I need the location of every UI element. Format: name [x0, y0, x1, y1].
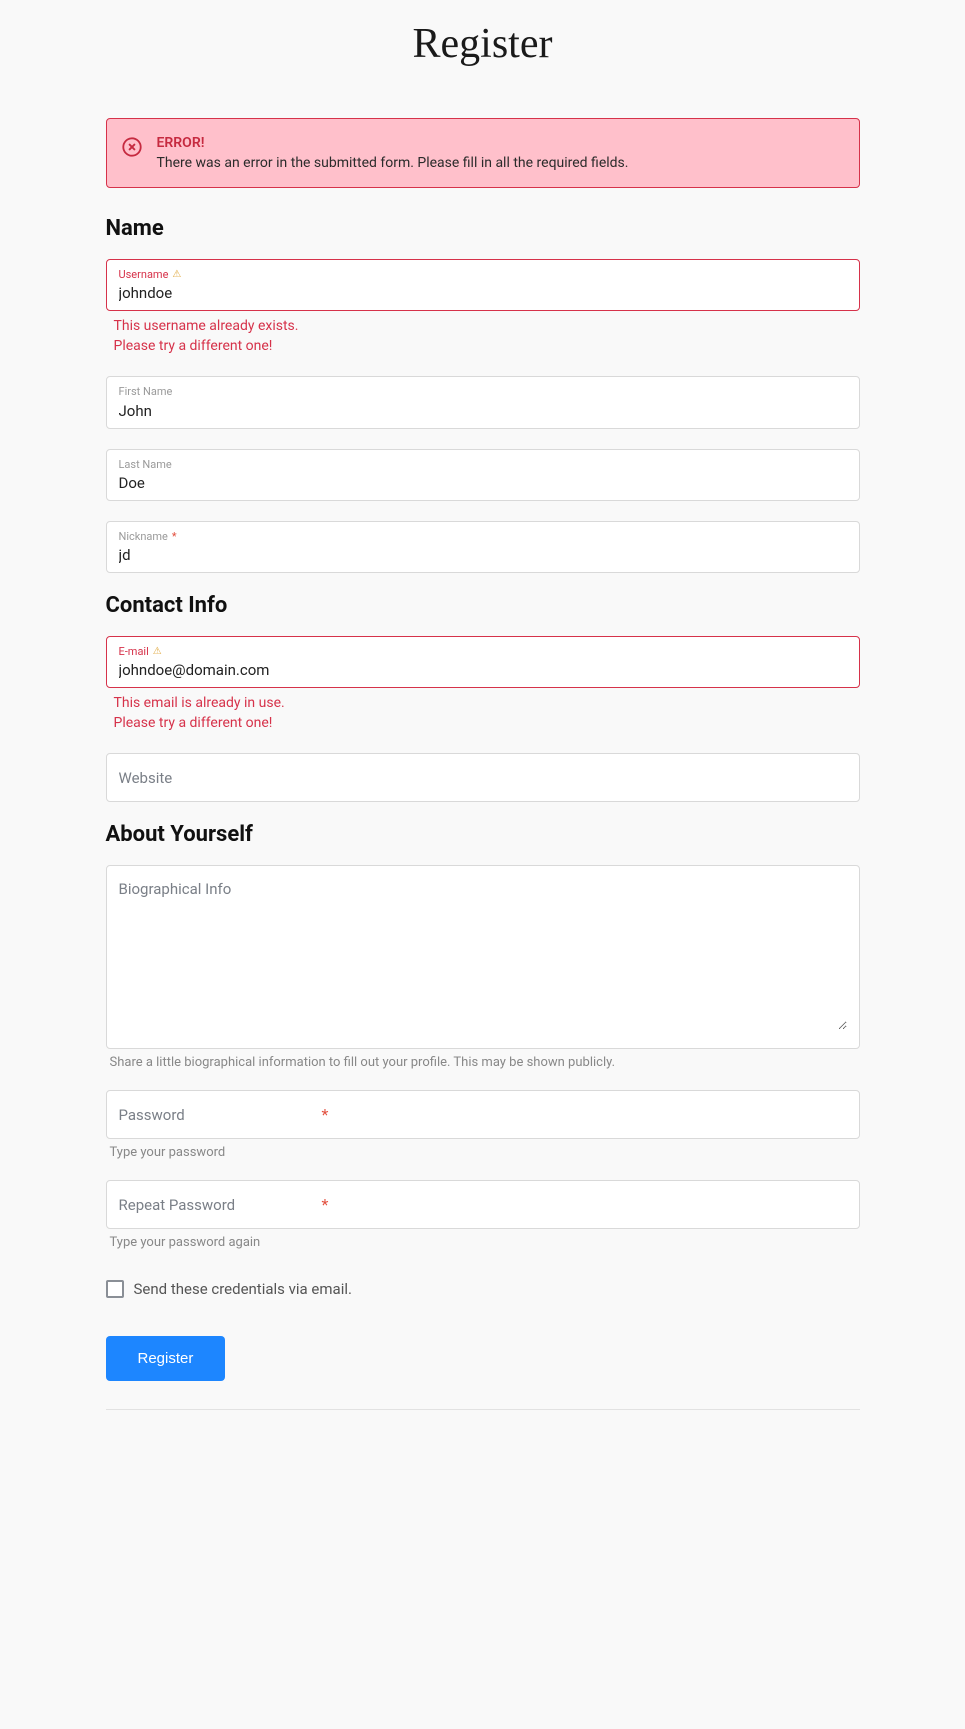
page-title: Register: [106, 0, 860, 118]
username-input[interactable]: [119, 284, 847, 302]
first-name-input[interactable]: [119, 402, 847, 420]
error-alert-message: There was an error in the submitted form…: [157, 155, 629, 171]
required-indicator: *: [322, 1195, 329, 1214]
password-field-wrap[interactable]: *: [106, 1090, 860, 1139]
bio-help-text: Share a little biographical information …: [106, 1049, 860, 1070]
last-name-input[interactable]: [119, 474, 847, 492]
divider: [106, 1409, 860, 1410]
first-name-field-wrap[interactable]: First Name: [106, 376, 860, 428]
nickname-field-wrap[interactable]: Nickname *: [106, 521, 860, 573]
section-about-heading: About Yourself: [106, 822, 860, 847]
checkbox-unchecked-icon[interactable]: [106, 1280, 124, 1298]
nickname-label: Nickname *: [119, 530, 847, 543]
error-circle-x-icon: [121, 136, 143, 158]
username-field-wrap[interactable]: Username ⚠: [106, 259, 860, 311]
send-credentials-checkbox-row[interactable]: Send these credentials via email.: [106, 1280, 860, 1298]
section-contact-heading: Contact Info: [106, 593, 860, 618]
warning-icon: ⚠: [153, 646, 162, 658]
section-name-heading: Name: [106, 216, 860, 241]
nickname-input[interactable]: [119, 546, 847, 564]
repeat-password-input[interactable]: [119, 1196, 318, 1214]
first-name-label: First Name: [119, 385, 847, 398]
website-input[interactable]: [119, 769, 847, 787]
required-indicator: *: [322, 1105, 329, 1124]
username-error: This username already exists. Please try…: [106, 311, 860, 356]
repeat-password-field-wrap[interactable]: *: [106, 1180, 860, 1229]
last-name-field-wrap[interactable]: Last Name: [106, 449, 860, 501]
email-label: E-mail ⚠: [119, 645, 847, 658]
email-field-wrap[interactable]: E-mail ⚠: [106, 636, 860, 688]
bio-textarea[interactable]: [119, 880, 847, 1030]
email-input[interactable]: [119, 661, 847, 679]
username-label: Username ⚠: [119, 268, 847, 281]
error-alert: ERROR! There was an error in the submitt…: [106, 118, 860, 188]
email-error: This email is already in use. Please try…: [106, 688, 860, 733]
send-credentials-label: Send these credentials via email.: [134, 1280, 352, 1298]
website-field-wrap[interactable]: [106, 753, 860, 802]
repeat-password-help-text: Type your password again: [106, 1229, 860, 1250]
register-button[interactable]: Register: [106, 1336, 226, 1381]
last-name-label: Last Name: [119, 458, 847, 471]
warning-icon: ⚠: [172, 269, 181, 281]
error-alert-title: ERROR!: [157, 135, 629, 151]
password-input[interactable]: [119, 1106, 318, 1124]
bio-field-wrap[interactable]: [106, 865, 860, 1049]
password-help-text: Type your password: [106, 1139, 860, 1160]
